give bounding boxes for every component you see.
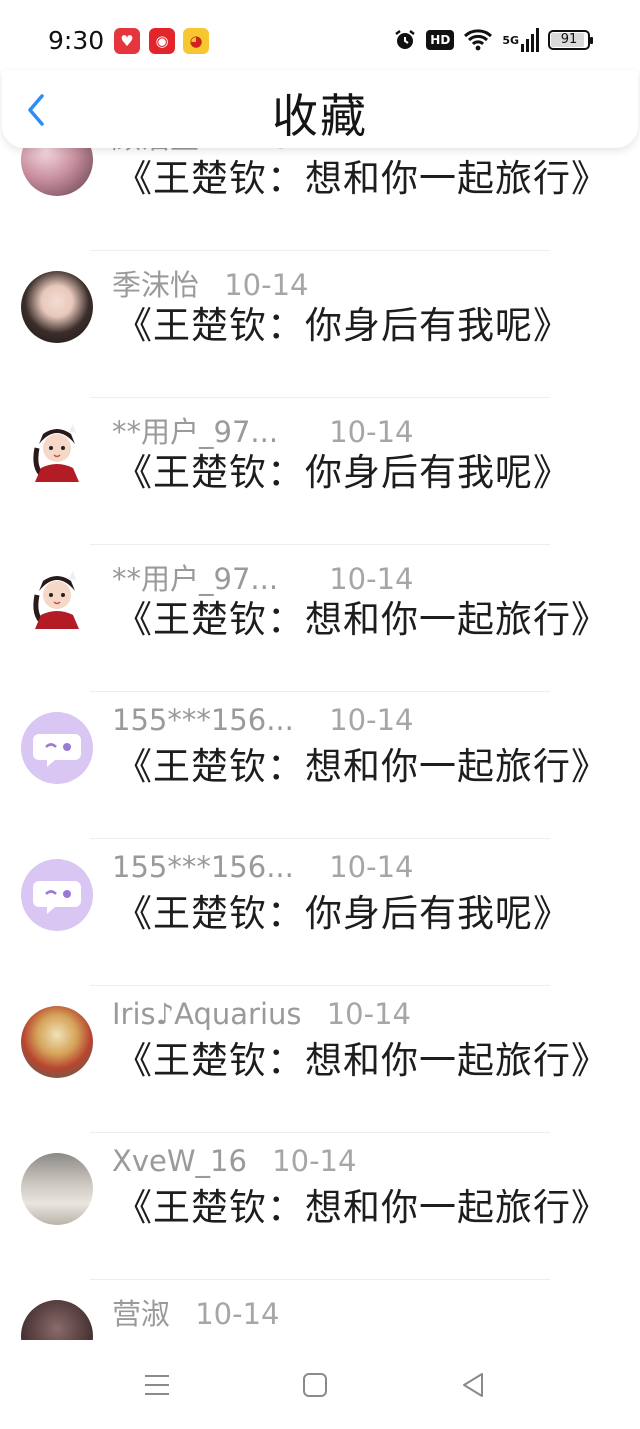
system-nav-bar: [0, 1340, 640, 1429]
netease-music-icon: ◉: [149, 28, 175, 54]
page-title: 收藏: [272, 89, 368, 143]
list-item[interactable]: **用户_97... 10-14 《王楚钦：想和你一起旅行》: [0, 545, 640, 692]
list-item[interactable]: 顾沾生W 10-14 《王楚钦：想和你一起旅行》: [0, 130, 640, 251]
avatar[interactable]: [21, 271, 93, 343]
menu-icon[interactable]: [142, 1370, 172, 1400]
list-item[interactable]: Iris♪Aquarius 10-14 《王楚钦：想和你一起旅行》: [0, 986, 640, 1133]
list-item[interactable]: 季沫怡 10-14 《王楚钦：你身后有我呢》: [0, 251, 640, 398]
user-name: 155***156...: [112, 703, 294, 737]
item-date: 10-14: [326, 997, 412, 1031]
chat-bubble-icon: [33, 881, 81, 914]
avatar[interactable]: [21, 565, 93, 637]
network-type: 5G: [502, 33, 519, 47]
signal-icon: 5G: [502, 28, 539, 52]
weibo-icon: ◕: [183, 28, 209, 54]
avatar[interactable]: [21, 1300, 93, 1340]
list-item[interactable]: **用户_97... 10-14 《王楚钦：你身后有我呢》: [0, 398, 640, 545]
avatar[interactable]: [21, 859, 93, 931]
name-row: 营淑 10-14: [112, 1291, 280, 1333]
list-item[interactable]: 营淑 10-14: [0, 1280, 640, 1340]
item-message: 《王楚钦：你身后有我呢》: [115, 304, 571, 347]
favorites-list[interactable]: 顾沾生W 10-14 《王楚钦：想和你一起旅行》 季沫怡 10-14 《王楚钦：…: [0, 130, 640, 1340]
name-row: XveW_16 10-14: [112, 1144, 356, 1178]
avatar[interactable]: [21, 712, 93, 784]
avatar[interactable]: [21, 418, 93, 490]
status-icons: HD 5G 91: [393, 28, 593, 52]
item-message: 《王楚钦：想和你一起旅行》: [115, 598, 609, 641]
avatar[interactable]: [21, 1006, 93, 1078]
alarm-icon: [393, 28, 417, 52]
heart-app-icon: ♥: [114, 28, 140, 54]
item-date: 10-14: [195, 1297, 280, 1331]
wifi-icon: [463, 28, 493, 52]
item-date: 10-14: [329, 703, 414, 737]
name-row: 155***156... 10-14: [112, 850, 414, 884]
user-name: 155***156...: [112, 850, 294, 884]
back-triangle-icon[interactable]: [458, 1370, 488, 1400]
user-name: 营淑: [112, 1297, 171, 1331]
status-bar: 9:30 ♥ ◉ ◕ HD 5G 91: [0, 0, 640, 80]
item-message: 《王楚钦：想和你一起旅行》: [115, 1039, 609, 1082]
item-date: 10-14: [272, 1144, 357, 1178]
list-item[interactable]: 155***156... 10-14 《王楚钦：你身后有我呢》: [0, 839, 640, 986]
item-date: 10-14: [329, 850, 414, 884]
user-name: XveW_16: [112, 1144, 247, 1178]
chat-bubble-icon: [33, 734, 81, 767]
list-item[interactable]: XveW_16 10-14 《王楚钦：想和你一起旅行》: [0, 1133, 640, 1280]
avatar[interactable]: [21, 1153, 93, 1225]
item-message: 《王楚钦：想和你一起旅行》: [115, 157, 609, 200]
battery-level: 91: [560, 32, 578, 47]
item-message: 《王楚钦：你身后有我呢》: [115, 451, 571, 494]
item-message: 《王楚钦：想和你一起旅行》: [115, 1186, 609, 1229]
name-row: 155***156... 10-14: [112, 703, 414, 737]
user-name: Iris♪Aquarius: [112, 997, 302, 1031]
status-time: 9:30: [48, 26, 105, 55]
list-item[interactable]: 155***156... 10-14 《王楚钦：想和你一起旅行》: [0, 692, 640, 839]
battery-icon: 91: [548, 30, 593, 50]
header: 收藏: [2, 70, 638, 148]
hd-badge: HD: [426, 30, 455, 50]
item-message: 《王楚钦：你身后有我呢》: [115, 892, 571, 935]
name-row: Iris♪Aquarius 10-14: [112, 997, 411, 1031]
home-square-icon[interactable]: [300, 1370, 330, 1400]
item-message: 《王楚钦：想和你一起旅行》: [115, 745, 609, 788]
